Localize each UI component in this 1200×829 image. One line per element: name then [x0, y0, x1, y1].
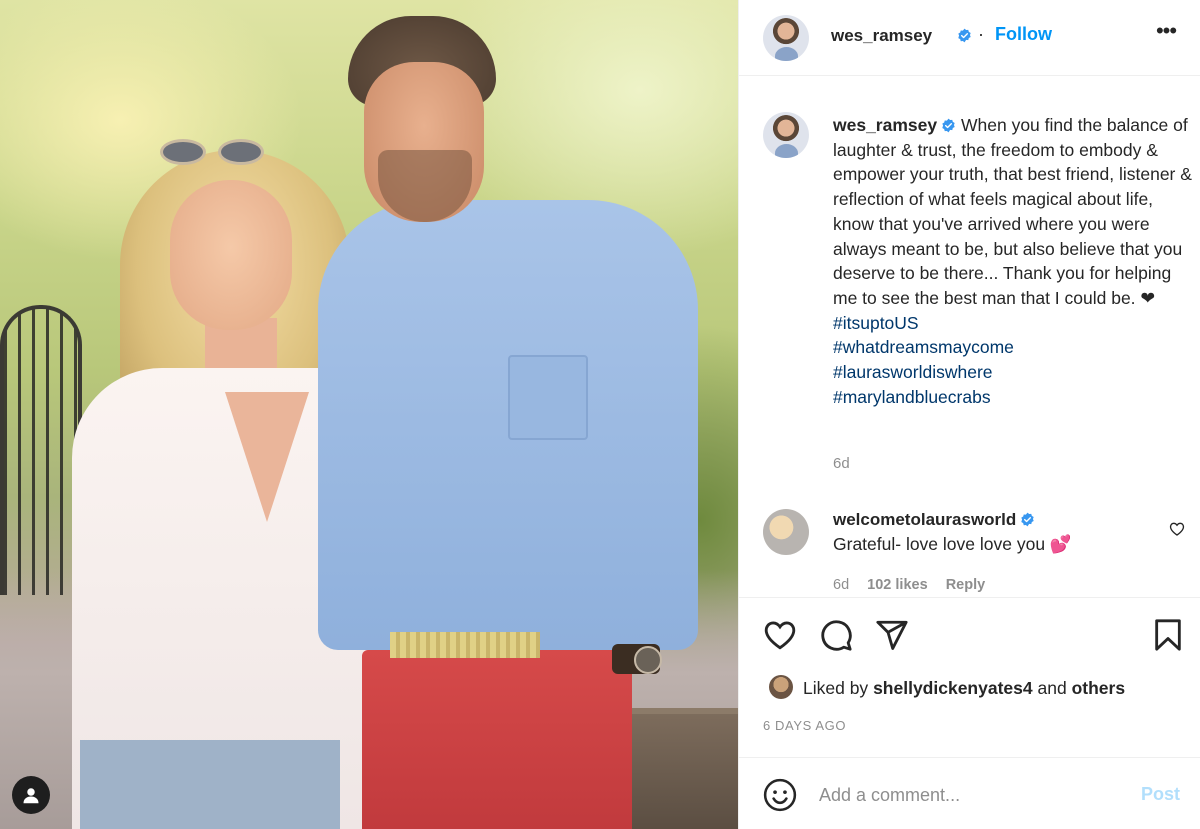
post-caption: wes_ramsey When you find the balance of … — [833, 113, 1193, 409]
comment-time[interactable]: 6d — [833, 577, 849, 593]
post-timestamp[interactable]: 6 DAYS AGO — [763, 718, 846, 733]
emoji-icon[interactable] — [763, 778, 797, 812]
post-comment-button[interactable]: Post — [1141, 784, 1180, 805]
comment-like-heart-icon[interactable] — [1169, 521, 1185, 537]
liked-by-user[interactable]: shellydickenyates4 — [873, 678, 1033, 698]
verified-badge-icon — [942, 118, 955, 133]
comment-likes[interactable]: 102 likes — [867, 577, 927, 593]
comments-section: wes_ramsey When you find the balance of … — [739, 77, 1200, 597]
add-comment-bar: Post — [739, 757, 1200, 829]
photo-planter — [628, 708, 738, 829]
post-detail-panel: wes_ramsey · Follow ••• wes_ramsey When … — [738, 0, 1200, 829]
photo-man-pants — [362, 650, 632, 829]
user-tag-icon — [23, 788, 39, 804]
caption-avatar[interactable] — [763, 112, 809, 158]
share-icon[interactable] — [875, 618, 909, 652]
comment-input[interactable] — [819, 780, 1119, 810]
user-tag-button[interactable] — [12, 776, 50, 814]
photo-woman-neckline — [225, 392, 309, 522]
hashtag-link[interactable]: #marylandbluecrabs — [833, 387, 991, 407]
liked-by-summary: Liked by shellydickenyates4 and others — [803, 678, 1125, 699]
photo-sunglasses — [160, 135, 270, 165]
photo-man-belt — [390, 632, 540, 658]
photo-man-pocket — [508, 355, 588, 440]
header-separator: · — [978, 24, 984, 44]
comment-meta: 6d 102 likes Reply — [833, 577, 999, 593]
caption-time[interactable]: 6d — [833, 455, 850, 472]
post-header: wes_ramsey · Follow ••• — [739, 0, 1200, 76]
liked-by-avatar[interactable] — [769, 675, 793, 699]
liked-by-prefix: Liked by — [803, 678, 869, 698]
more-options-icon[interactable]: ••• — [1151, 20, 1181, 48]
photo-woman-face — [170, 180, 292, 330]
photo-woman-jeans — [80, 740, 340, 829]
liked-by-connector: and — [1037, 678, 1067, 698]
comment-header: welcometolaurasworld — [833, 510, 1035, 530]
photo-gate — [0, 305, 82, 595]
caption-username[interactable]: wes_ramsey — [833, 115, 937, 135]
comment-icon[interactable] — [819, 618, 853, 652]
post-actions: Liked by shellydickenyates4 and others 6… — [739, 597, 1200, 757]
liked-by-others[interactable]: others — [1072, 678, 1125, 698]
hashtag-link[interactable]: #whatdreamsmaycome — [833, 337, 1014, 357]
post-photo — [0, 0, 738, 829]
author-avatar[interactable] — [763, 15, 809, 61]
verified-badge-icon — [958, 28, 971, 43]
comment-text: Grateful- love love love you 💕 — [833, 534, 1072, 554]
hashtag-link[interactable]: #laurasworldiswhere — [833, 362, 993, 382]
author-username[interactable]: wes_ramsey — [831, 26, 932, 46]
reply-button[interactable]: Reply — [946, 577, 986, 593]
commenter-username[interactable]: welcometolaurasworld — [833, 510, 1016, 529]
bookmark-icon[interactable] — [1151, 618, 1185, 652]
hashtag-link[interactable]: #itsuptoUS — [833, 313, 919, 333]
follow-button[interactable]: Follow — [995, 24, 1052, 45]
photo-man-watch — [612, 644, 662, 674]
heart-icon[interactable] — [763, 618, 797, 652]
verified-badge-icon — [1021, 512, 1034, 527]
commenter-avatar[interactable] — [763, 509, 809, 555]
caption-text: When you find the balance of laughter & … — [833, 115, 1192, 308]
